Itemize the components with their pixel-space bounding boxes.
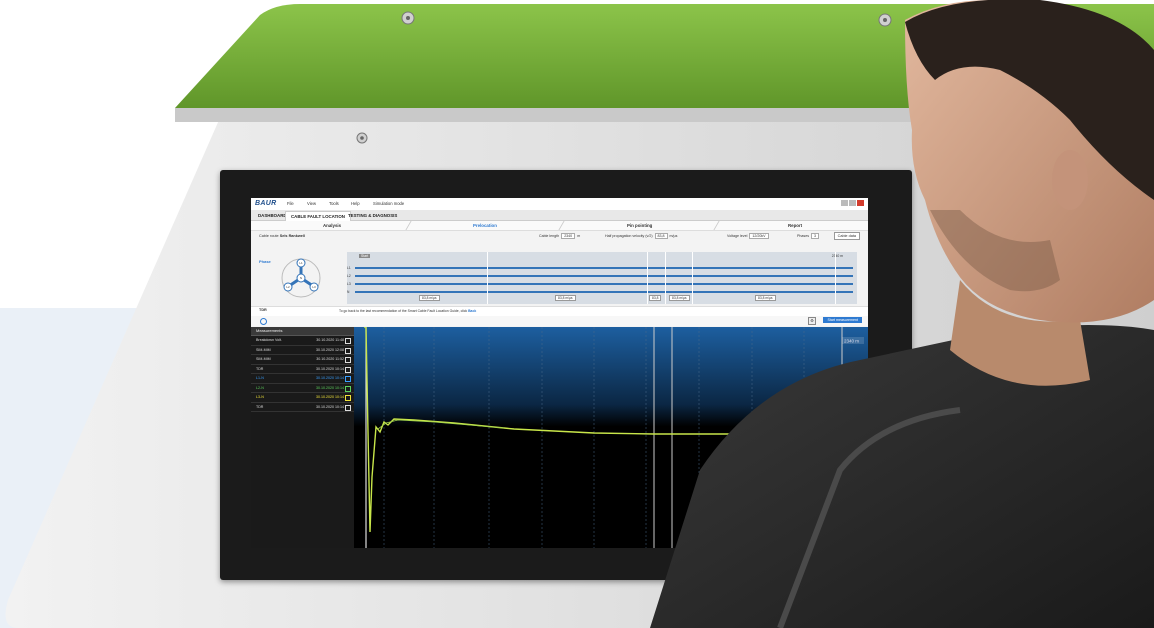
ear [1052,150,1088,210]
person-photo [650,0,1154,628]
